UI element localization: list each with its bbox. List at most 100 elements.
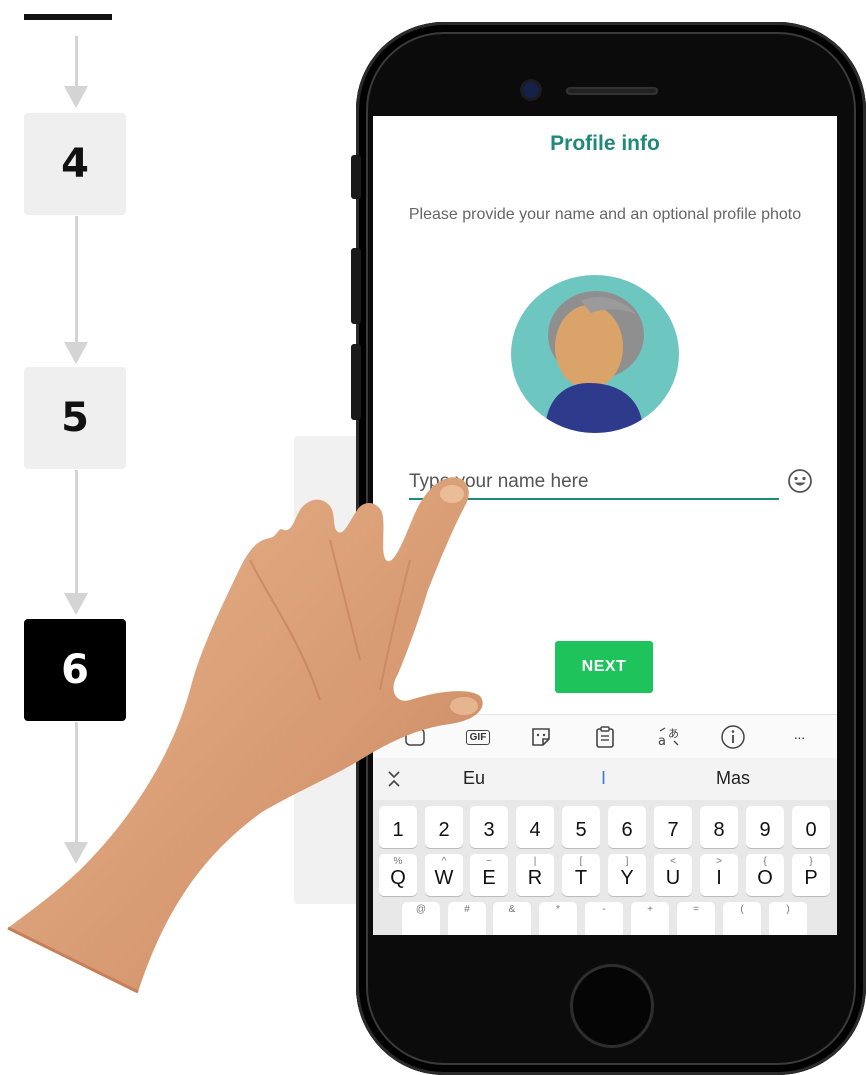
suggestion-item[interactable]: Eu [463, 768, 485, 789]
phone-mute-switch [351, 155, 361, 199]
step-5-label: 5 [61, 395, 89, 441]
key-alt-label: @ [415, 904, 427, 915]
key-label: W [434, 867, 454, 889]
key-alt-label: { [763, 856, 767, 867]
key-h[interactable]: + [631, 902, 669, 935]
translate-icon[interactable]: aあ [655, 723, 683, 751]
keyboard-toolbar: GIF aあ ··· [373, 714, 837, 758]
flow-arrow-icon [64, 86, 88, 108]
emoji-icon[interactable] [787, 468, 813, 494]
key-alt-label: & [508, 904, 516, 915]
key-alt-label: - [602, 904, 606, 915]
front-camera-icon [523, 82, 539, 98]
avatar-person-icon [545, 291, 644, 433]
flow-connector [75, 216, 78, 348]
key-q[interactable]: % Q [379, 854, 417, 896]
key-i[interactable]: > I [700, 854, 738, 896]
emoji-keyboard-icon[interactable] [401, 723, 429, 751]
key-p[interactable]: } P [792, 854, 830, 896]
key-alt-label: > [716, 856, 722, 867]
key-8[interactable]: 8 [700, 806, 738, 848]
key-j[interactable]: = [677, 902, 715, 935]
profile-photo-avatar[interactable] [511, 275, 679, 433]
key-d[interactable]: & [493, 902, 531, 935]
key-r[interactable]: | R [516, 854, 554, 896]
svg-text:あ: あ [668, 727, 679, 740]
keyboard-keys: 1 2 3 4 5 6 7 8 9 0 % Q ^ W ~ E | R [T ] Y < U… [373, 800, 837, 935]
key-s[interactable]: # [448, 902, 486, 935]
key-alt-label: + [647, 904, 653, 915]
name-input[interactable] [409, 466, 779, 500]
key-y[interactable]: ] Y [608, 854, 646, 896]
key-0[interactable]: 0 [792, 806, 830, 848]
key-label: P [804, 867, 818, 889]
key-label: 0 [805, 819, 817, 841]
key-e[interactable]: ~ E [470, 854, 508, 896]
key-alt-label: = [693, 904, 699, 915]
key-label: 5 [575, 819, 587, 841]
key-alt-label: ] [625, 856, 629, 867]
key-l[interactable]: ) [769, 902, 807, 935]
key-alt-label: } [809, 856, 813, 867]
gif-icon[interactable]: GIF [461, 723, 495, 751]
key-w[interactable]: ^ W [425, 854, 463, 896]
svg-text:a: a [658, 734, 666, 749]
earpiece-speaker [566, 87, 658, 95]
flow-arrow-icon [64, 593, 88, 615]
step-flow-top-bar [24, 14, 112, 20]
gif-label: GIF [465, 729, 491, 745]
step-4-label: 4 [61, 141, 89, 187]
key-g[interactable]: - [585, 902, 623, 935]
next-button[interactable]: NEXT [555, 641, 653, 693]
key-label: 2 [438, 819, 450, 841]
key-f[interactable]: * [539, 902, 577, 935]
key-label: T [574, 867, 588, 889]
key-label: 1 [392, 819, 404, 841]
key-k[interactable]: ( [723, 902, 761, 935]
suggestion-item[interactable]: Mas [716, 768, 750, 789]
key-5[interactable]: 5 [562, 806, 600, 848]
suggestion-bar: Eu I Mas [373, 758, 837, 800]
key-label: O [757, 867, 773, 889]
home-button[interactable] [570, 964, 654, 1048]
key-label: 4 [529, 819, 541, 841]
sticker-icon[interactable] [527, 723, 555, 751]
key-9[interactable]: 9 [746, 806, 784, 848]
key-label: R [527, 867, 543, 889]
key-label: 9 [759, 819, 771, 841]
key-alt-label: * [556, 904, 560, 915]
key-alt-label: % [393, 856, 403, 867]
more-options-icon[interactable]: ··· [785, 723, 813, 751]
page-subtitle: Please provide your name and an optional… [408, 206, 802, 223]
flow-connector [75, 722, 78, 842]
key-alt-label: [ [579, 856, 583, 867]
key-alt-label: < [670, 856, 676, 867]
key-7[interactable]: 7 [654, 806, 692, 848]
step-5: 5 [24, 367, 126, 469]
collapse-keyboard-icon[interactable] [387, 770, 401, 788]
key-label: I [716, 867, 722, 889]
key-alt-label: | [533, 856, 537, 867]
key-2[interactable]: 2 [425, 806, 463, 848]
key-1[interactable]: 1 [379, 806, 417, 848]
key-3[interactable]: 3 [470, 806, 508, 848]
key-a[interactable]: @ [402, 902, 440, 935]
step-6-active: 6 [24, 619, 126, 721]
suggestion-item[interactable]: I [601, 768, 606, 789]
flow-arrow-icon [64, 842, 88, 864]
key-t[interactable]: [T [562, 854, 600, 896]
key-label: Q [390, 867, 406, 889]
phone-screen: Profile info Please provide your name an… [373, 116, 837, 935]
step-4: 4 [24, 113, 126, 215]
clipboard-icon[interactable] [591, 723, 619, 751]
key-label: E [482, 867, 496, 889]
key-6[interactable]: 6 [608, 806, 646, 848]
key-o[interactable]: {O [746, 854, 784, 896]
key-alt-label: ) [786, 904, 790, 915]
key-4[interactable]: 4 [516, 806, 554, 848]
step-6-label: 6 [61, 647, 89, 693]
flow-arrow-icon [64, 342, 88, 364]
info-icon[interactable] [719, 723, 747, 751]
key-u[interactable]: < U [654, 854, 692, 896]
key-alt-label: ( [740, 904, 744, 915]
